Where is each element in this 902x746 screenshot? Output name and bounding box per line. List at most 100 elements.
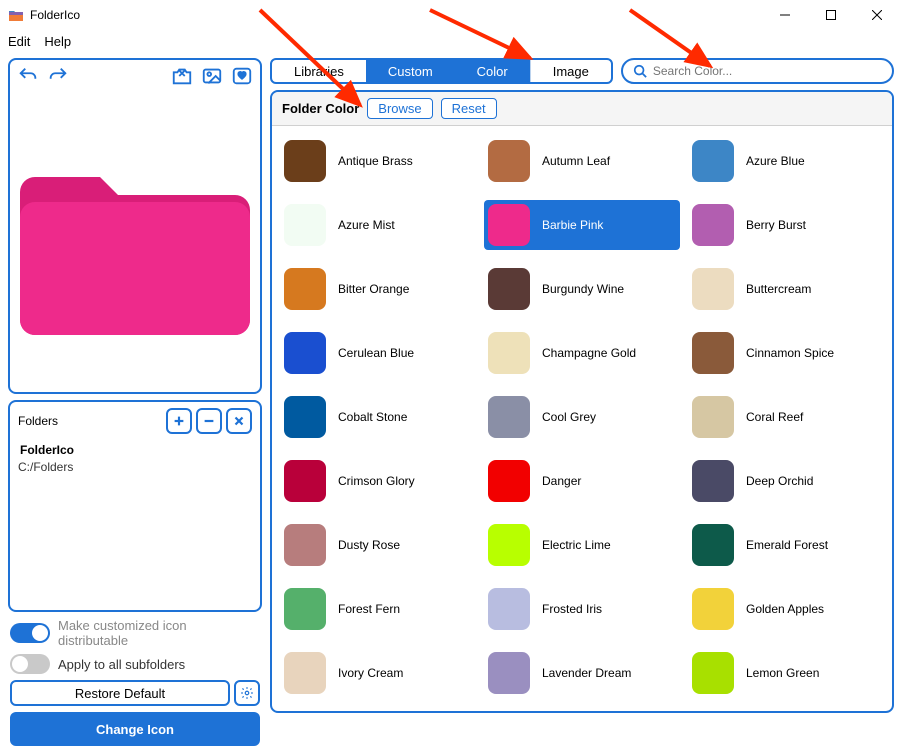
color-swatch[interactable]: Danger <box>484 456 680 506</box>
swatch-color <box>488 204 530 246</box>
color-swatch[interactable]: Cool Grey <box>484 392 680 442</box>
swatch-label: Lavender Dream <box>542 666 631 680</box>
search-box[interactable] <box>621 58 894 84</box>
swatch-color <box>488 652 530 694</box>
color-swatch[interactable]: Emerald Forest <box>688 520 884 570</box>
color-swatch[interactable]: Antique Brass <box>280 136 476 186</box>
remove-folder-button[interactable] <box>196 408 222 434</box>
color-swatch[interactable]: Azure Mist <box>280 200 476 250</box>
swatch-color <box>284 140 326 182</box>
swatch-color <box>692 140 734 182</box>
add-folder-button[interactable] <box>166 408 192 434</box>
tab-custom[interactable]: Custom <box>366 60 455 82</box>
color-swatch[interactable]: Bitter Orange <box>280 264 476 314</box>
undo-button[interactable] <box>16 64 40 88</box>
swatch-color <box>692 460 734 502</box>
folder-color-label: Folder Color <box>282 101 359 116</box>
swatch-label: Ivory Cream <box>338 666 403 680</box>
swatch-label: Deep Orchid <box>746 474 813 488</box>
tab-color[interactable]: Color <box>455 60 530 82</box>
menubar: Edit Help <box>0 30 902 52</box>
favorite-button[interactable] <box>230 64 254 88</box>
color-panel: Folder Color Browse Reset Antique Brass A… <box>270 90 894 713</box>
change-icon-button[interactable]: Change Icon <box>10 712 260 746</box>
redo-button[interactable] <box>46 64 70 88</box>
color-swatch[interactable]: Crimson Glory <box>280 456 476 506</box>
swatch-label: Champagne Gold <box>542 346 636 360</box>
preview-panel <box>8 58 262 394</box>
color-swatch[interactable]: Coral Reef <box>688 392 884 442</box>
swatch-label: Buttercream <box>746 282 811 296</box>
browse-button[interactable]: Browse <box>367 98 432 119</box>
folder-icon <box>20 147 250 337</box>
color-swatch[interactable]: Forest Fern <box>280 584 476 634</box>
color-swatch[interactable]: Deep Orchid <box>688 456 884 506</box>
folder-item[interactable]: FolderIcoC:/Folders <box>18 440 252 474</box>
color-swatch[interactable]: Ivory Cream <box>280 648 476 698</box>
color-swatch[interactable]: Frosted Iris <box>484 584 680 634</box>
swatch-color <box>488 332 530 374</box>
minimize-button[interactable] <box>762 0 808 30</box>
swatch-color <box>284 204 326 246</box>
close-button[interactable] <box>854 0 900 30</box>
swatch-label: Cinnamon Spice <box>746 346 834 360</box>
subfolders-row: Apply to all subfolders <box>10 654 260 674</box>
app-logo-icon <box>8 7 24 23</box>
color-swatch[interactable]: Lavender Dream <box>484 648 680 698</box>
swatch-color <box>488 396 530 438</box>
swatch-color <box>284 652 326 694</box>
swatch-color <box>284 588 326 630</box>
color-swatch[interactable]: Champagne Gold <box>484 328 680 378</box>
swatch-label: Frosted Iris <box>542 602 602 616</box>
reset-button[interactable]: Reset <box>441 98 497 119</box>
search-icon <box>633 64 647 78</box>
category-tabs: Libraries Custom Color Image <box>270 58 613 84</box>
swatch-color <box>692 524 734 566</box>
subfolders-label: Apply to all subfolders <box>58 657 185 672</box>
clear-folders-button[interactable] <box>226 408 252 434</box>
image-button[interactable] <box>200 64 224 88</box>
swatch-color <box>692 652 734 694</box>
swatch-label: Forest Fern <box>338 602 400 616</box>
swatch-color <box>692 268 734 310</box>
swatch-color <box>692 204 734 246</box>
color-swatch[interactable]: Electric Lime <box>484 520 680 570</box>
subfolders-toggle[interactable] <box>10 654 50 674</box>
color-swatch[interactable]: Golden Apples <box>688 584 884 634</box>
swatch-label: Antique Brass <box>338 154 413 168</box>
delete-icon-button[interactable] <box>170 64 194 88</box>
maximize-button[interactable] <box>808 0 854 30</box>
color-swatch[interactable]: Cinnamon Spice <box>688 328 884 378</box>
tab-image[interactable]: Image <box>530 60 611 82</box>
color-swatch[interactable]: Lemon Green <box>688 648 884 698</box>
swatch-color <box>488 460 530 502</box>
swatch-color <box>488 140 530 182</box>
distributable-label: Make customized icon distributable <box>58 618 260 648</box>
color-swatch[interactable]: Barbie Pink <box>484 200 680 250</box>
color-swatch[interactable]: Cobalt Stone <box>280 392 476 442</box>
color-swatch[interactable]: Cerulean Blue <box>280 328 476 378</box>
tab-libraries[interactable]: Libraries <box>272 60 366 82</box>
color-swatch[interactable]: Azure Blue <box>688 136 884 186</box>
color-swatch[interactable]: Autumn Leaf <box>484 136 680 186</box>
swatch-color <box>692 396 734 438</box>
color-swatch[interactable]: Dusty Rose <box>280 520 476 570</box>
restore-default-button[interactable]: Restore Default <box>10 680 230 706</box>
distributable-toggle[interactable] <box>10 623 50 643</box>
swatch-label: Burgundy Wine <box>542 282 624 296</box>
swatch-color <box>284 524 326 566</box>
menu-edit[interactable]: Edit <box>8 34 30 49</box>
window-title: FolderIco <box>30 8 762 22</box>
color-swatch[interactable]: Berry Burst <box>688 200 884 250</box>
search-input[interactable] <box>653 64 882 78</box>
distributable-row: Make customized icon distributable <box>10 618 260 648</box>
color-swatch[interactable]: Burgundy Wine <box>484 264 680 314</box>
settings-button[interactable] <box>234 680 260 706</box>
swatch-label: Cobalt Stone <box>338 410 407 424</box>
swatch-label: Golden Apples <box>746 602 824 616</box>
swatch-label: Bitter Orange <box>338 282 409 296</box>
menu-help[interactable]: Help <box>44 34 71 49</box>
swatch-color <box>284 460 326 502</box>
color-swatch[interactable]: Buttercream <box>688 264 884 314</box>
swatch-label: Crimson Glory <box>338 474 415 488</box>
